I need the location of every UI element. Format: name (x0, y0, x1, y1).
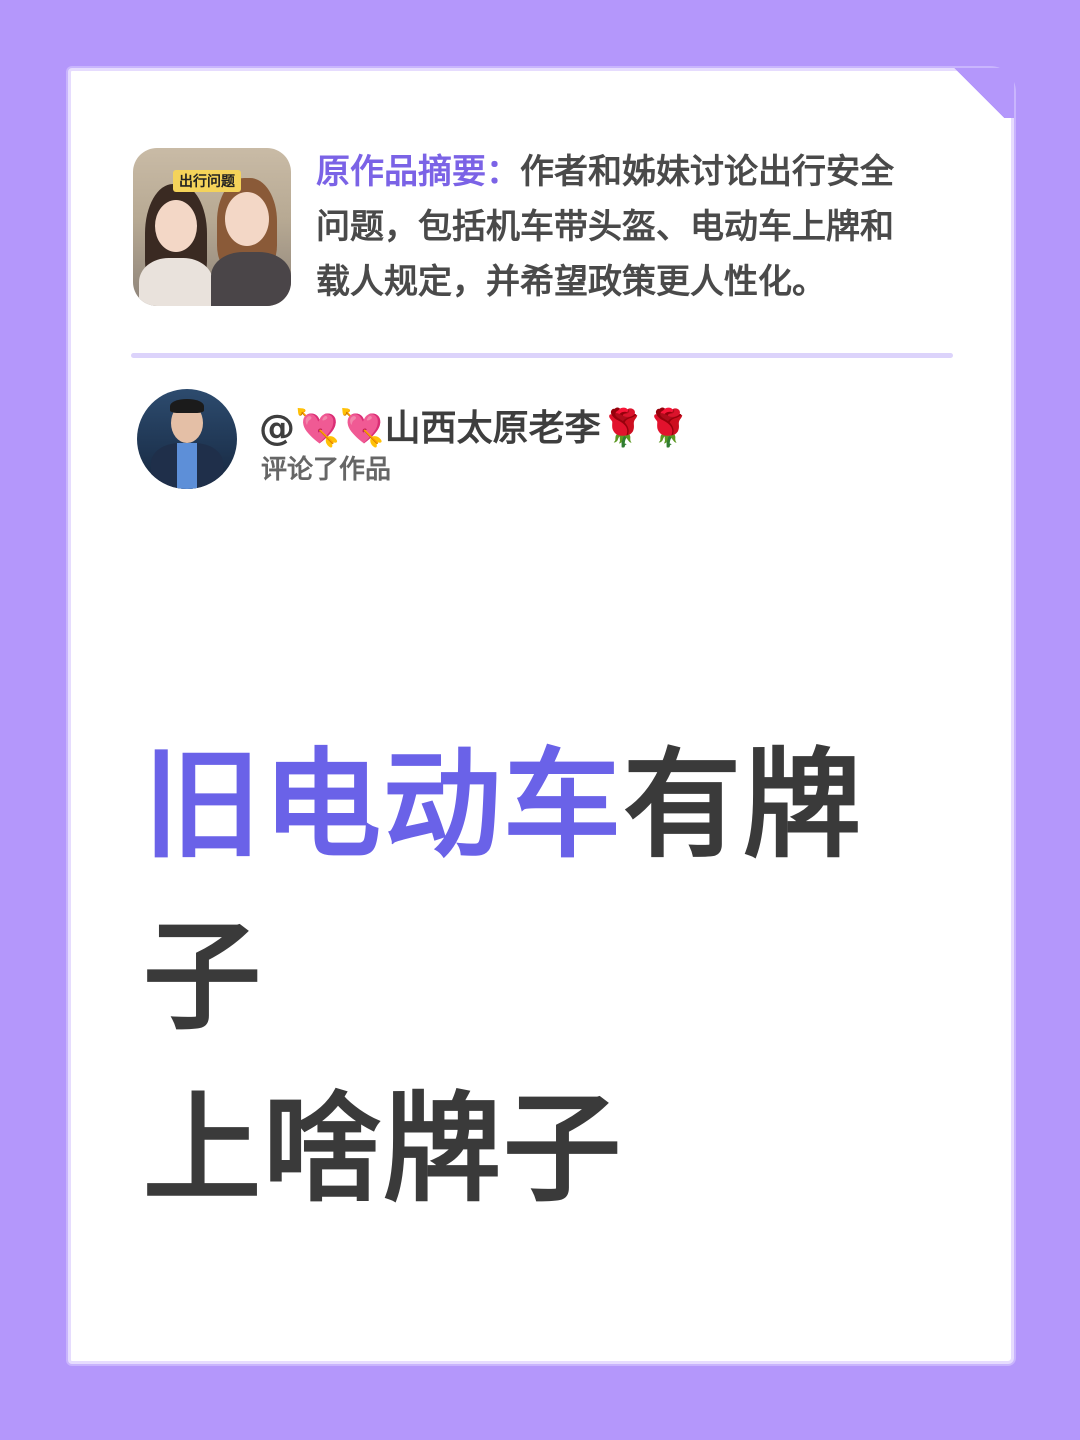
headline-accent: 旧电动车 (143, 736, 624, 874)
thumbnail-figure-right-body (211, 252, 291, 306)
avatar[interactable] (137, 389, 237, 489)
divider (131, 353, 953, 358)
summary-label: 原作品摘要： (316, 152, 520, 192)
avatar-shirt (177, 443, 197, 489)
thumbnail-figure-left-body (139, 258, 213, 306)
card: 出行问题 原作品摘要：作者和姊妹讨论出行安全问题，包括机车带头盔、电动车上牌和载… (68, 68, 1014, 1364)
video-thumbnail[interactable]: 出行问题 (133, 148, 291, 306)
folded-corner (944, 68, 1014, 118)
thumbnail-tag: 出行问题 (173, 170, 241, 192)
headline-line2: 上啥牌子 (143, 1080, 624, 1218)
thumbnail-figure-right-face (225, 192, 269, 246)
thumbnail-figure-left-face (155, 200, 197, 252)
headline: 旧电动车有牌子 上啥牌子 (143, 719, 963, 1235)
summary-text: 原作品摘要：作者和姊妹讨论出行安全问题，包括机车带头盔、电动车上牌和载人规定，并… (316, 145, 926, 310)
commenter-name[interactable]: @💘💘山西太原老李🌹🌹 (259, 399, 690, 451)
avatar-hair (170, 399, 204, 413)
commenter-action: 评论了作品 (261, 455, 392, 485)
